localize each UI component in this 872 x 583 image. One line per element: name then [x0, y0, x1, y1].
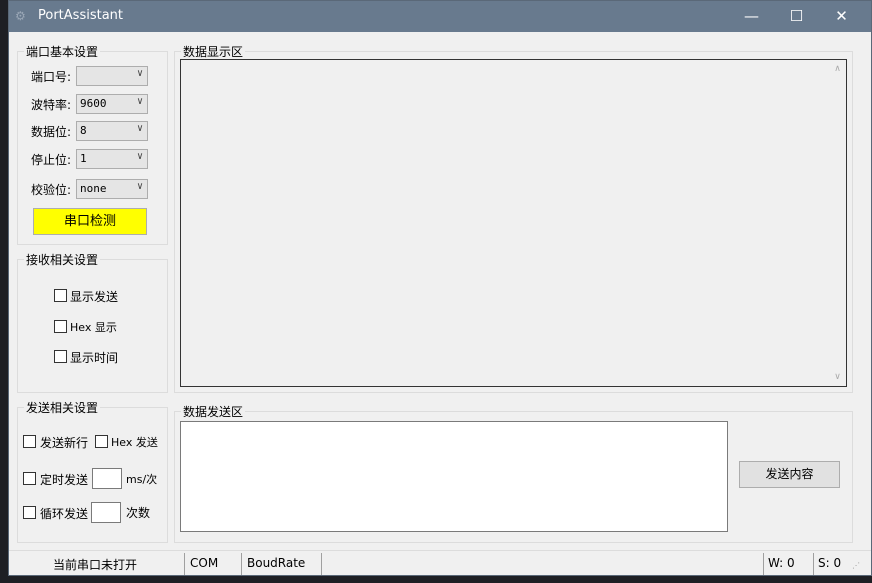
loop-unit-label: 次数 [126, 506, 151, 520]
hex-send-checkbox[interactable] [95, 435, 108, 448]
databits-value: 8 [80, 124, 87, 137]
group-title: 端口基本设置 [24, 43, 101, 60]
chevron-down-icon: ∨ [136, 181, 143, 192]
chevron-down-icon: ∨ [136, 96, 143, 107]
show-send-checkbox[interactable] [54, 289, 67, 302]
port-status: 当前串口未打开 [53, 558, 138, 572]
databits-select[interactable]: 8 ∨ [76, 121, 148, 141]
maximize-button[interactable]: ☐ [774, 1, 819, 32]
baud-label: 波特率: [31, 98, 72, 112]
title-bar[interactable]: ⚙ PortAssistant — ☐ ✕ [9, 1, 871, 32]
resize-grip-icon[interactable]: ⋰ [852, 561, 860, 570]
send-newline-label: 发送新行 [40, 436, 89, 450]
show-send-label: 显示发送 [70, 290, 119, 304]
loop-count-input[interactable] [91, 502, 121, 523]
hex-send-label: Hex 发送 [111, 436, 158, 449]
show-time-label: 显示时间 [70, 351, 119, 365]
status-divider [9, 550, 871, 551]
send-count: S: 0 [818, 556, 842, 570]
loop-send-label: 循环发送 [40, 507, 89, 521]
timed-send-checkbox[interactable] [23, 472, 36, 485]
status-separator [813, 553, 814, 575]
chevron-down-icon: ∨ [136, 68, 143, 79]
stopbits-label: 停止位: [31, 153, 72, 167]
status-separator [184, 553, 185, 575]
send-textarea[interactable] [180, 421, 728, 532]
chevron-down-icon: ∨ [136, 151, 143, 162]
send-content-button[interactable]: 发送内容 [739, 461, 840, 488]
baud-status: BoudRate [247, 556, 306, 570]
hex-display-checkbox[interactable] [54, 320, 67, 333]
parity-value: none [80, 182, 107, 195]
group-title: 数据发送区 [181, 403, 246, 420]
port-detect-button[interactable]: 串口检测 [33, 208, 147, 235]
receive-textarea[interactable]: ∧ ∨ [180, 59, 847, 387]
baud-select[interactable]: 9600 ∨ [76, 94, 148, 114]
timed-unit-label: ms/次 [126, 473, 158, 486]
group-title: 发送相关设置 [24, 399, 101, 416]
status-separator [241, 553, 242, 575]
port-label: 端口号: [31, 70, 72, 84]
stopbits-select[interactable]: 1 ∨ [76, 149, 148, 169]
vertical-scrollbar[interactable]: ∧ ∨ [829, 60, 846, 386]
group-title: 数据显示区 [181, 43, 246, 60]
chevron-down-icon: ∨ [136, 123, 143, 134]
write-count: W: 0 [768, 556, 795, 570]
com-status: COM [190, 556, 219, 570]
app-icon: ⚙ [15, 9, 26, 23]
parity-select[interactable]: none ∨ [76, 179, 148, 199]
group-title: 接收相关设置 [24, 251, 101, 268]
databits-label: 数据位: [31, 125, 72, 139]
loop-send-checkbox[interactable] [23, 506, 36, 519]
minimize-button[interactable]: — [729, 1, 774, 32]
window-title: PortAssistant [38, 8, 123, 23]
main-window: ⚙ PortAssistant — ☐ ✕ 端口基本设置 端口号: ∨ 波特率:… [8, 0, 872, 576]
port-select[interactable]: ∨ [76, 66, 148, 86]
status-separator [763, 553, 764, 575]
send-newline-checkbox[interactable] [23, 435, 36, 448]
baud-value: 9600 [80, 97, 107, 110]
close-button[interactable]: ✕ [819, 1, 864, 32]
hex-display-label: Hex 显示 [70, 321, 117, 334]
timed-interval-input[interactable] [92, 468, 122, 489]
show-time-checkbox[interactable] [54, 350, 67, 363]
status-separator [321, 553, 322, 575]
stopbits-value: 1 [80, 152, 87, 165]
parity-label: 校验位: [31, 183, 72, 197]
timed-send-label: 定时发送 [40, 473, 89, 487]
